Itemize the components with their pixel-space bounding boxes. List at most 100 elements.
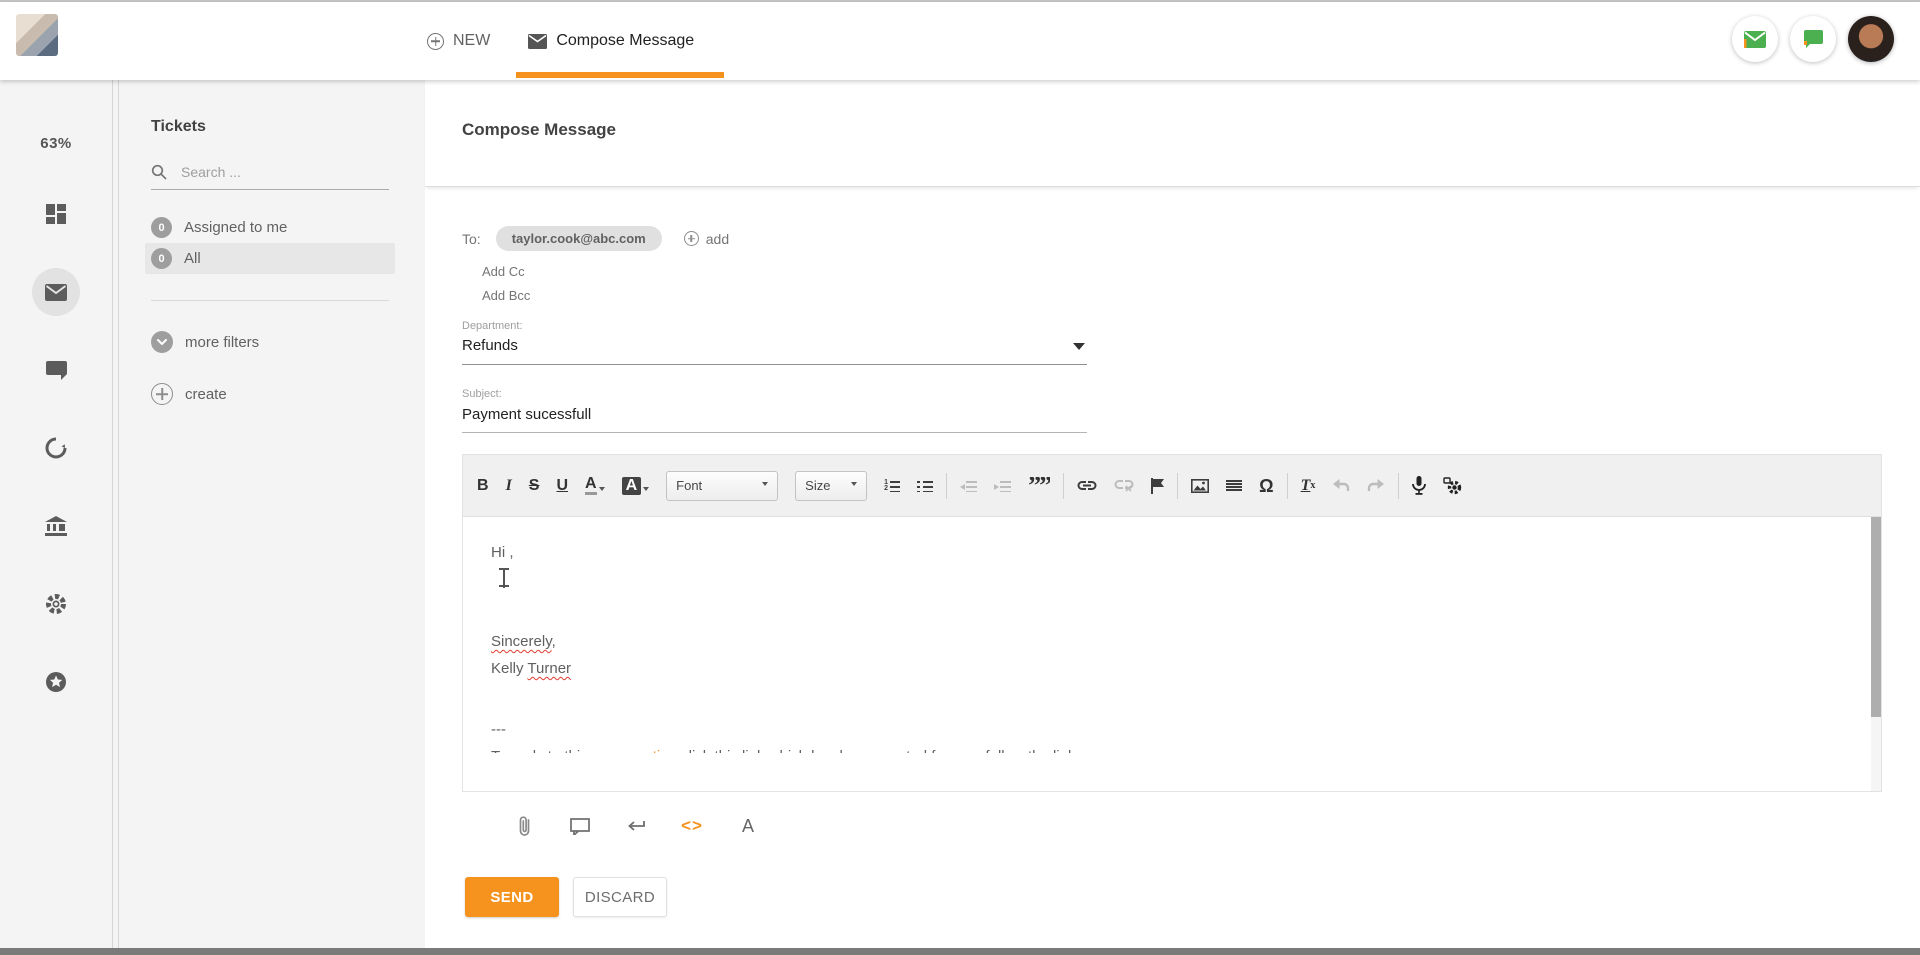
return-arrow-icon bbox=[626, 820, 646, 833]
text-color-button[interactable]: A bbox=[585, 476, 605, 495]
filter-assigned-to-me[interactable]: 0 Assigned to me bbox=[145, 212, 395, 243]
icon-rail: 63% bbox=[0, 80, 112, 950]
user-avatar[interactable] bbox=[1848, 16, 1894, 62]
all-count-badge: 0 bbox=[151, 248, 172, 269]
top-tabs: NEW Compose Message bbox=[425, 2, 696, 80]
editor-scrollbar-thumb[interactable] bbox=[1871, 517, 1881, 717]
size-combo[interactable]: Size bbox=[795, 471, 867, 501]
compose-area: Compose Message To: taylor.cook@abc.com … bbox=[425, 80, 1920, 950]
chevron-down-icon bbox=[851, 482, 857, 486]
sidebar-item-dashboard[interactable] bbox=[32, 190, 80, 238]
unordered-list-button[interactable] bbox=[917, 480, 933, 492]
star-circle-icon bbox=[45, 671, 67, 693]
undo-button[interactable] bbox=[1332, 479, 1350, 492]
to-row: To: taylor.cook@abc.com add bbox=[462, 226, 1920, 251]
size-combo-label: Size bbox=[805, 478, 830, 493]
anchor-flag-icon bbox=[1151, 478, 1164, 494]
sidebar-item-settings[interactable] bbox=[32, 580, 80, 628]
sidebar-item-bank[interactable] bbox=[32, 502, 80, 550]
insert-reply-button[interactable] bbox=[622, 812, 650, 840]
usage-percent: 63% bbox=[40, 135, 72, 152]
remove-format-button[interactable]: Tx bbox=[1301, 478, 1316, 494]
subject-input[interactable] bbox=[462, 400, 1087, 433]
filter-all[interactable]: 0 All bbox=[145, 243, 395, 274]
chevron-down-icon bbox=[643, 487, 649, 491]
assigned-count-badge: 0 bbox=[151, 217, 172, 238]
horizontal-rule-button[interactable] bbox=[1226, 480, 1242, 491]
toolbar-separator bbox=[1063, 473, 1064, 499]
compose-form: To: taylor.cook@abc.com add Add Cc Add B… bbox=[425, 226, 1920, 433]
compose-header: Compose Message bbox=[425, 80, 1920, 187]
source-code-toggle[interactable]: <> bbox=[678, 812, 706, 840]
recipient-chip[interactable]: taylor.cook@abc.com bbox=[496, 226, 662, 251]
ordered-list-button[interactable] bbox=[884, 480, 900, 492]
italic-button[interactable]: I bbox=[506, 478, 512, 494]
link-button[interactable] bbox=[1077, 480, 1097, 491]
anchor-button[interactable] bbox=[1151, 478, 1164, 494]
link-icon bbox=[1077, 480, 1097, 491]
indent-button[interactable] bbox=[994, 480, 1011, 492]
special-char-button[interactable]: Ω bbox=[1259, 477, 1273, 495]
toolbar-separator bbox=[946, 473, 947, 499]
bold-button[interactable]: B bbox=[477, 478, 489, 494]
text-cursor-ibeam bbox=[499, 568, 509, 588]
greeting-line: Hi , bbox=[491, 539, 1841, 566]
misspelled-word: Sincerely bbox=[491, 633, 552, 650]
attachment-row: <> A bbox=[510, 812, 1920, 840]
unlink-button[interactable] bbox=[1114, 479, 1134, 492]
toolbar-separator bbox=[1287, 473, 1288, 499]
plus-circle-icon bbox=[684, 231, 699, 246]
unordered-list-icon bbox=[917, 480, 933, 492]
sidebar-item-sync[interactable] bbox=[32, 424, 80, 472]
plain-text-toggle[interactable]: A bbox=[734, 812, 762, 840]
form-actions: SEND DISCARD bbox=[465, 877, 1920, 917]
sidebar-item-chat[interactable] bbox=[32, 346, 80, 394]
app-body: 63% bbox=[0, 80, 1920, 950]
ticket-filters: 0 Assigned to me 0 All bbox=[151, 212, 389, 274]
create-ticket-button[interactable]: create bbox=[151, 383, 389, 405]
editor-content[interactable]: Hi , Sincerely, Kelly Turner --- To repl… bbox=[463, 517, 1881, 791]
send-button[interactable]: SEND bbox=[465, 877, 559, 917]
department-select[interactable]: Refunds bbox=[462, 332, 1087, 365]
mail-notification-button[interactable] bbox=[1732, 16, 1778, 62]
sidebar-item-email[interactable] bbox=[32, 268, 80, 316]
background-color-button[interactable]: A bbox=[622, 477, 650, 495]
rail-scrollbar[interactable] bbox=[112, 80, 119, 950]
dictation-button[interactable] bbox=[1412, 476, 1426, 495]
sidebar-item-star[interactable] bbox=[32, 658, 80, 706]
add-bcc-button[interactable]: Add Bcc bbox=[482, 288, 530, 303]
add-recipient-button[interactable]: add bbox=[684, 231, 729, 247]
unlink-icon bbox=[1114, 479, 1134, 492]
outdent-button[interactable] bbox=[960, 480, 977, 492]
more-filters-button[interactable]: more filters bbox=[151, 331, 389, 353]
footer-link[interactable]: conversation bbox=[592, 748, 677, 753]
bg-color-icon: A bbox=[622, 477, 642, 495]
top-bar: NEW Compose Message bbox=[0, 2, 1920, 80]
app-logo[interactable] bbox=[16, 14, 58, 56]
underline-button[interactable]: U bbox=[556, 478, 568, 494]
strikethrough-button[interactable]: S bbox=[529, 478, 540, 494]
comment-bubble-icon bbox=[570, 818, 590, 835]
blockquote-button[interactable]: ”” bbox=[1028, 477, 1050, 495]
footer-text: click this link which has been created f… bbox=[677, 748, 1076, 753]
discard-button[interactable]: DISCARD bbox=[573, 877, 667, 917]
page-title: Compose Message bbox=[462, 120, 1920, 140]
add-note-button[interactable] bbox=[566, 812, 594, 840]
plugin-settings-button[interactable] bbox=[1443, 477, 1462, 495]
toolbar-separator bbox=[1398, 473, 1399, 499]
footer-note-clipped: To reply to this conversation click this… bbox=[491, 743, 1841, 753]
chat-notification-button[interactable] bbox=[1790, 16, 1836, 62]
tab-compose-message[interactable]: Compose Message bbox=[526, 2, 696, 80]
plus-circle-icon bbox=[151, 383, 173, 405]
subject-label: Subject: bbox=[462, 388, 1920, 400]
editor-scrollbar[interactable] bbox=[1871, 517, 1881, 791]
search-input[interactable] bbox=[181, 164, 351, 180]
search-icon bbox=[151, 164, 167, 180]
tab-new[interactable]: NEW bbox=[425, 2, 492, 80]
attach-file-button[interactable] bbox=[510, 812, 538, 840]
chat-notification-icon bbox=[1802, 29, 1824, 49]
add-cc-button[interactable]: Add Cc bbox=[482, 264, 525, 279]
redo-button[interactable] bbox=[1367, 479, 1385, 492]
font-combo[interactable]: Font bbox=[666, 471, 778, 501]
image-button[interactable] bbox=[1191, 479, 1209, 493]
